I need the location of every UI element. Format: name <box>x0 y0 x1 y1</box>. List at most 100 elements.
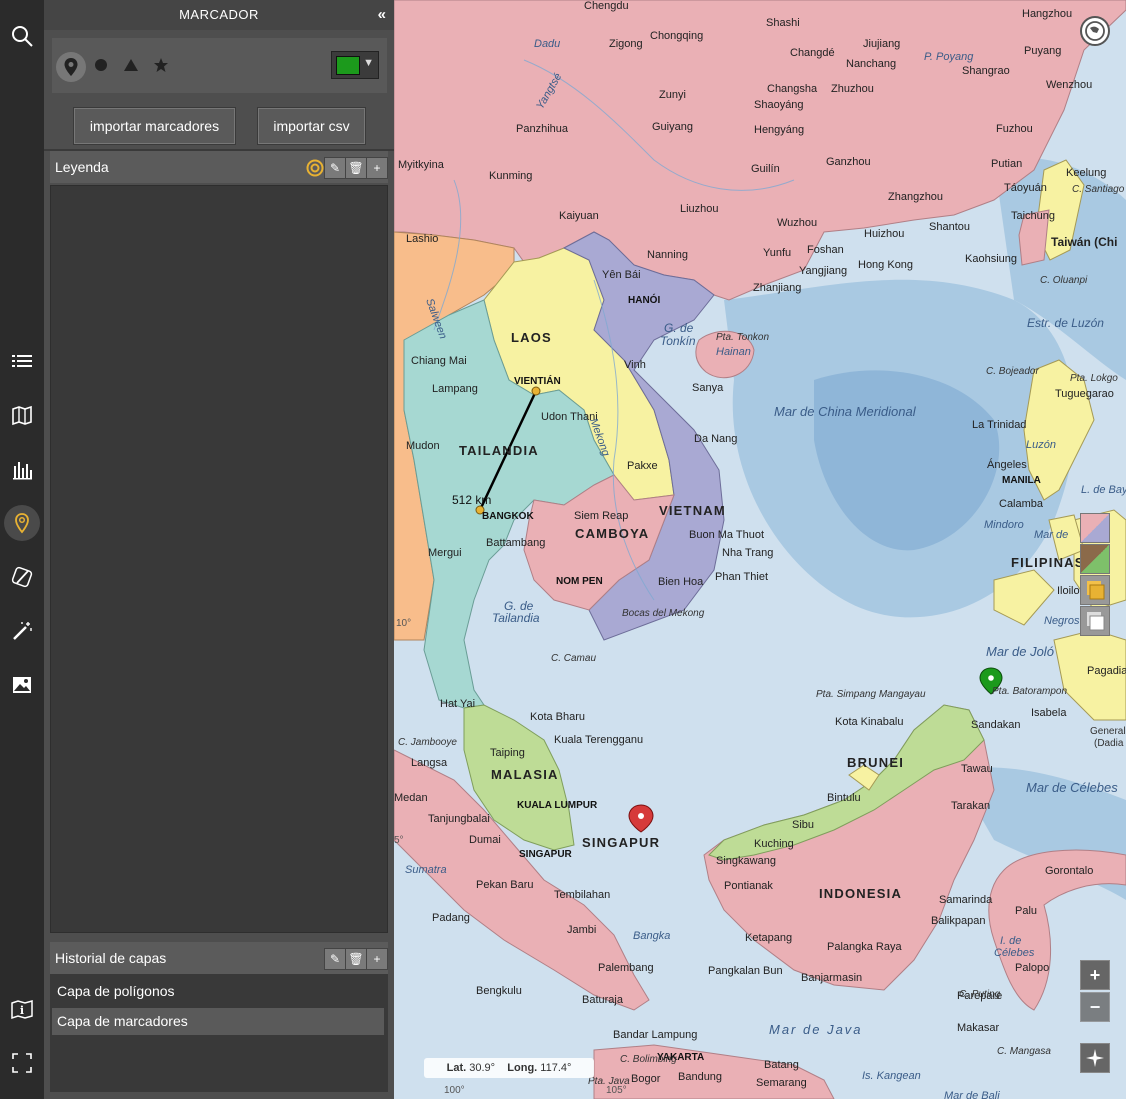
add-icon[interactable]: + <box>366 948 388 970</box>
svg-text:Da Nang: Da Nang <box>694 433 737 445</box>
edit-icon[interactable]: ✎ <box>324 948 346 970</box>
svg-text:Langsa: Langsa <box>411 757 448 769</box>
triangle-shape-icon[interactable] <box>118 52 144 78</box>
lon-value: 117.4° <box>540 1062 572 1074</box>
svg-text:Kota Kinabalu: Kota Kinabalu <box>835 716 904 728</box>
edit-icon[interactable]: ✎ <box>324 157 346 179</box>
svg-text:Changdé: Changdé <box>790 47 835 59</box>
map-book-icon[interactable] <box>4 397 40 433</box>
svg-text:Mar de Célebes: Mar de Célebes <box>1026 780 1118 795</box>
svg-text:Makasar: Makasar <box>957 1022 1000 1034</box>
layer-style-switch-2[interactable] <box>1080 544 1110 574</box>
svg-text:Hat Yai: Hat Yai <box>440 698 475 710</box>
trash-icon[interactable]: 🗑 <box>345 948 367 970</box>
map-label-malasia: MALASIA <box>491 767 559 782</box>
image-icon[interactable] <box>4 667 40 703</box>
svg-text:Mar de Joló: Mar de Joló <box>986 644 1054 659</box>
target-icon[interactable] <box>306 159 324 177</box>
svg-text:512 km: 512 km <box>452 493 491 507</box>
lat-value: 30.9° <box>469 1062 496 1074</box>
svg-text:Sibu: Sibu <box>792 819 814 831</box>
import-csv-button[interactable]: importar csv <box>258 108 365 144</box>
svg-text:Tarakan: Tarakan <box>951 800 990 812</box>
panel-title: MARCADOR <box>44 0 394 30</box>
svg-text:General Sa: General Sa <box>1090 726 1126 737</box>
map-label-singapur: SINGAPUR <box>582 835 660 850</box>
map-label-brunei: BRUNEI <box>847 755 904 770</box>
svg-text:C. Camau: C. Camau <box>551 653 596 664</box>
svg-text:Keelung: Keelung <box>1066 167 1106 179</box>
svg-text:105°: 105° <box>606 1085 627 1096</box>
svg-text:Bocas del Mekong: Bocas del Mekong <box>622 608 705 619</box>
layer-item-polygons[interactable]: Capa de polígonos <box>52 978 384 1005</box>
svg-text:Palangka Raya: Palangka Raya <box>827 941 902 953</box>
svg-text:Pangkalan Bun: Pangkalan Bun <box>708 965 783 977</box>
svg-text:Pta. Simpang Mangayau: Pta. Simpang Mangayau <box>816 689 926 700</box>
svg-text:VIENTIÁN: VIENTIÁN <box>514 374 561 387</box>
layer-style-switch-1[interactable] <box>1080 513 1110 543</box>
svg-text:Palopo: Palopo <box>1015 962 1049 974</box>
fullscreen-icon[interactable] <box>4 1045 40 1081</box>
svg-text:Mergui: Mergui <box>428 547 462 559</box>
bar-chart-icon[interactable] <box>4 451 40 487</box>
search-icon[interactable] <box>4 18 40 54</box>
svg-text:Mindoro: Mindoro <box>984 519 1024 531</box>
pin-shape-icon[interactable] <box>56 52 86 82</box>
list-icon[interactable] <box>4 343 40 379</box>
magic-wand-icon[interactable] <box>4 613 40 649</box>
svg-text:Célebes: Célebes <box>994 947 1035 959</box>
map-info-icon[interactable]: i <box>4 991 40 1027</box>
map-canvas[interactable]: LAOS TAILANDIA CAMBOYA VIETNAM MALASIA S… <box>394 0 1126 1099</box>
svg-text:Kunming: Kunming <box>489 170 532 182</box>
svg-text:Puyang: Puyang <box>1024 45 1061 57</box>
svg-text:Samarinda: Samarinda <box>939 894 993 906</box>
svg-text:Wuzhou: Wuzhou <box>777 217 817 229</box>
zoom-out-button[interactable]: − <box>1080 992 1110 1022</box>
svg-text:Zigong: Zigong <box>609 38 643 50</box>
svg-text:Wenzhou: Wenzhou <box>1046 79 1092 91</box>
svg-text:Kaiyuan: Kaiyuan <box>559 210 599 222</box>
svg-text:Hainan: Hainan <box>716 346 751 358</box>
compass-icon[interactable] <box>1080 1043 1110 1073</box>
svg-text:Buon Ma Thuot: Buon Ma Thuot <box>689 529 764 541</box>
svg-text:Mar de China Meridional: Mar de China Meridional <box>774 404 917 419</box>
svg-text:Pta. Tonkon: Pta. Tonkon <box>716 332 769 343</box>
svg-text:Bogor: Bogor <box>631 1073 661 1085</box>
star-shape-icon[interactable] <box>148 52 174 78</box>
svg-text:Shantou: Shantou <box>929 221 970 233</box>
draw-icon[interactable] <box>4 559 40 595</box>
svg-text:Kuala Terengganu: Kuala Terengganu <box>554 734 643 746</box>
blank-layer-icon[interactable] <box>1080 606 1110 636</box>
zoom-in-button[interactable]: + <box>1080 960 1110 990</box>
globe-icon[interactable] <box>1080 16 1110 46</box>
svg-text:Putian: Putian <box>991 158 1022 170</box>
trash-icon[interactable]: 🗑 <box>345 157 367 179</box>
marker-color-select[interactable]: ▼ <box>331 51 379 79</box>
svg-text:Estr. de Luzón: Estr. de Luzón <box>1027 316 1104 330</box>
collapse-panel-icon[interactable]: « <box>378 6 386 23</box>
svg-text:Pagadian: Pagadian <box>1087 665 1126 677</box>
svg-text:Ketapang: Ketapang <box>745 932 792 944</box>
svg-text:Zhuzhou: Zhuzhou <box>831 83 874 95</box>
svg-text:Jiujiang: Jiujiang <box>863 38 900 50</box>
layers-icon[interactable] <box>1080 575 1110 605</box>
layer-history-list: Capa de polígonos Capa de marcadores <box>50 974 388 1092</box>
svg-text:Chengdu: Chengdu <box>584 0 629 12</box>
circle-shape-icon[interactable] <box>88 52 114 78</box>
svg-text:Gorontalo: Gorontalo <box>1045 865 1093 877</box>
svg-text:Iloilo: Iloilo <box>1057 585 1080 597</box>
svg-text:C. Jambooye: C. Jambooye <box>398 737 457 748</box>
svg-text:La Trinidad: La Trinidad <box>972 419 1026 431</box>
svg-text:Zhangzhou: Zhangzhou <box>888 191 943 203</box>
svg-text:I. de: I. de <box>1000 935 1021 947</box>
layer-item-markers[interactable]: Capa de marcadores <box>52 1008 384 1035</box>
svg-text:10°: 10° <box>396 618 411 629</box>
add-icon[interactable]: + <box>366 157 388 179</box>
svg-text:Guilín: Guilín <box>751 163 780 175</box>
marker-icon[interactable] <box>4 505 40 541</box>
svg-text:Semarang: Semarang <box>756 1077 807 1089</box>
svg-text:Hengyáng: Hengyáng <box>754 124 804 136</box>
import-markers-button[interactable]: importar marcadores <box>74 108 235 144</box>
svg-text:C. Oluanpi: C. Oluanpi <box>1040 275 1088 286</box>
svg-text:C. Puting: C. Puting <box>959 989 1001 1000</box>
